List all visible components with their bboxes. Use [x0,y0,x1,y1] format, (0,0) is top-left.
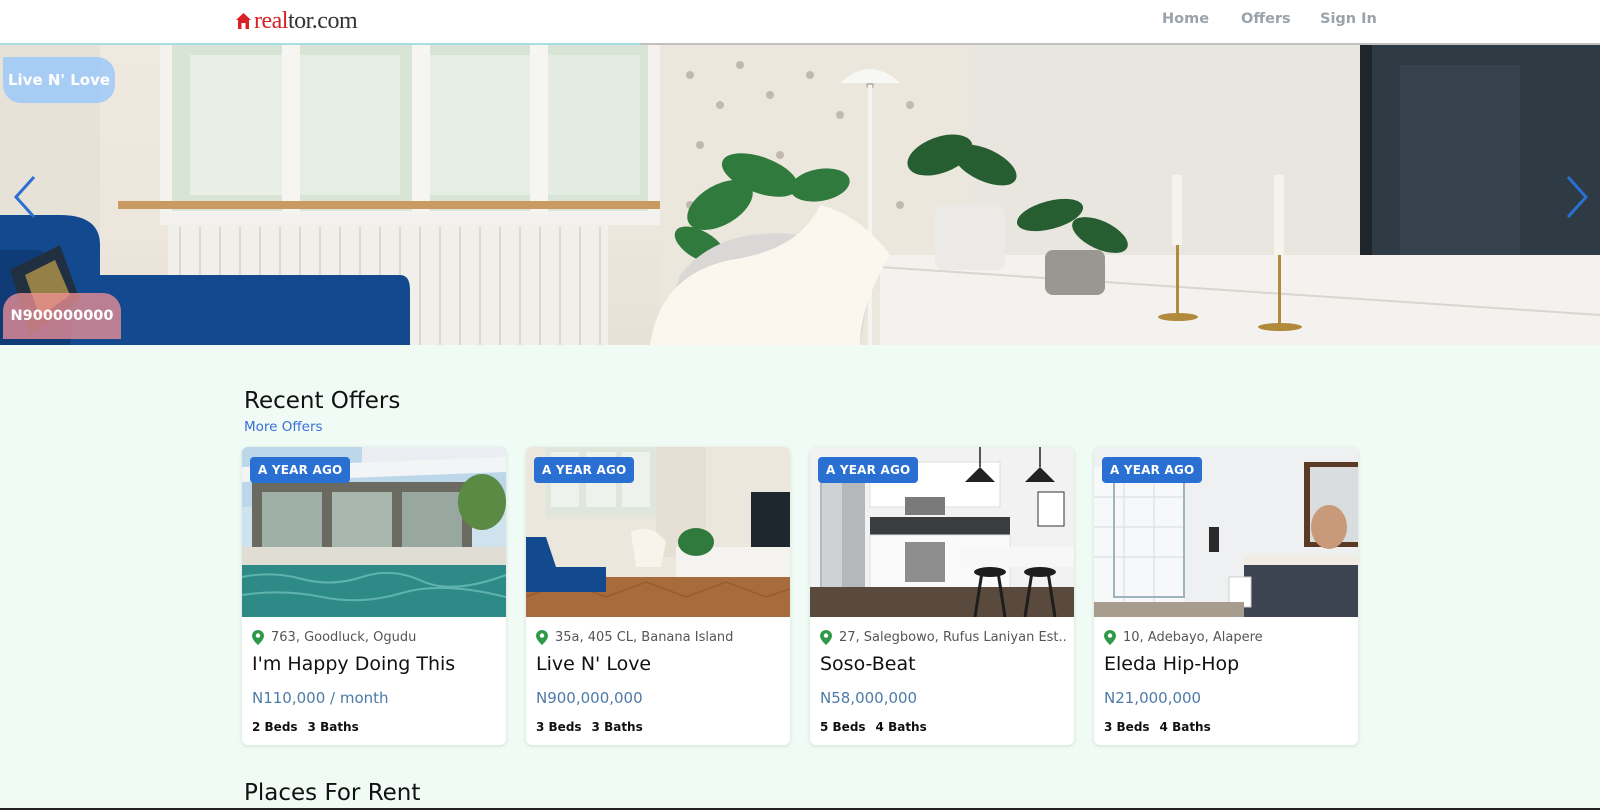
offer-age-badge: A YEAR AGO [818,457,919,483]
offer-price: N900,000,000 [536,689,643,707]
more-offers-link[interactable]: More Offers [244,419,323,435]
offer-beds: 3 Beds [1104,720,1150,734]
offer-specs: 3 Beds 4 Baths [1104,720,1211,734]
offer-card[interactable]: A YEAR AGO 10, Adebayo, Alapere Eleda Hi… [1094,447,1358,745]
offer-location: 10, Adebayo, Alapere [1104,630,1352,645]
hero-image [0,45,1600,345]
offer-location: 35a, 405 CL, Banana Island [536,630,784,645]
hero-price-badge: N900000000 [3,293,121,339]
offer-beds: 3 Beds [536,720,582,734]
offer-card[interactable]: A YEAR AGO 35a, 405 CL, Banana Island Li… [526,447,790,745]
offer-location: 763, Goodluck, Ogudu [252,630,500,645]
top-navbar: realtor.com Home Offers Sign In [0,0,1600,47]
hero-title-badge: Live N' Love [3,57,115,103]
offer-specs: 5 Beds 4 Baths [820,720,927,734]
offer-price: N58,000,000 [820,689,918,707]
offer-name[interactable]: I'm Happy Doing This [252,653,455,675]
offer-name[interactable]: Soso-Beat [820,653,916,675]
nav-home-link[interactable]: Home [1162,11,1209,27]
offer-card[interactable]: A YEAR AGO 763, Goodluck, Ogudu I'm Happ… [242,447,506,745]
offer-name[interactable]: Live N' Love [536,653,651,675]
house-icon [236,13,251,29]
map-pin-icon [1104,630,1116,645]
offer-baths: 3 Baths [591,720,643,734]
offer-location-text: 27, Salegbowo, Rufus Laniyan Est... [839,630,1068,645]
offer-price: N21,000,000 [1104,689,1202,707]
recent-offers-heading: Recent Offers [244,388,401,414]
nav-offers-link[interactable]: Offers [1241,11,1291,27]
offer-price: N110,000 / month [252,689,389,707]
map-pin-icon [536,630,548,645]
offer-name[interactable]: Eleda Hip-Hop [1104,653,1239,675]
offer-age-badge: A YEAR AGO [250,457,351,483]
offer-card[interactable]: A YEAR AGO 27, Salegbowo, Rufus Laniyan … [810,447,1074,745]
offer-baths: 4 Baths [875,720,927,734]
offer-baths: 3 Baths [307,720,359,734]
offer-card-image: A YEAR AGO [810,447,1074,617]
chevron-right-icon[interactable] [1562,173,1592,221]
realtor-logo[interactable]: realtor.com [236,8,358,34]
offer-location-text: 35a, 405 CL, Banana Island [555,630,734,645]
offer-location-text: 763, Goodluck, Ogudu [271,630,417,645]
offer-specs: 3 Beds 3 Baths [536,720,643,734]
offer-baths: 4 Baths [1159,720,1211,734]
offer-specs: 2 Beds 3 Baths [252,720,359,734]
offer-beds: 2 Beds [252,720,298,734]
offer-location: 27, Salegbowo, Rufus Laniyan Est... [820,630,1068,645]
hero-carousel[interactable]: Live N' Love N900000000 [0,45,1600,345]
chevron-left-icon[interactable] [10,173,40,221]
offer-location-text: 10, Adebayo, Alapere [1123,630,1263,645]
offer-card-image: A YEAR AGO [1094,447,1358,617]
logo-text: realtor.com [254,8,358,34]
offer-beds: 5 Beds [820,720,866,734]
places-for-rent-heading: Places For Rent [244,780,421,806]
map-pin-icon [820,630,832,645]
offer-age-badge: A YEAR AGO [534,457,635,483]
offer-card-image: A YEAR AGO [242,447,506,617]
offer-card-image: A YEAR AGO [526,447,790,617]
offer-age-badge: A YEAR AGO [1102,457,1203,483]
map-pin-icon [252,630,264,645]
nav-signin-link[interactable]: Sign In [1320,11,1377,27]
